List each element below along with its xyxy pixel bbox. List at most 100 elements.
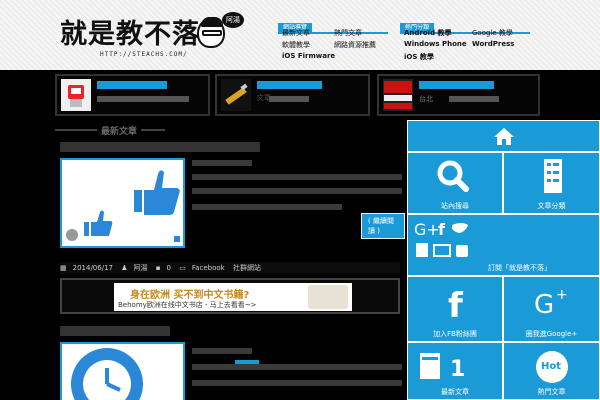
categories-tile[interactable]: 文章分類	[503, 152, 600, 214]
featured-title	[97, 81, 167, 89]
robot-icon	[68, 85, 84, 107]
section-header: 最新文章	[55, 124, 175, 137]
post-excerpt-line	[192, 348, 252, 354]
latest-posts-tile-label: 最新文章	[441, 388, 469, 396]
google-plus-icon: G +	[534, 287, 568, 320]
comment-icon: ▪	[155, 264, 161, 272]
nav-item-hot[interactable]: 熱門文章	[334, 28, 362, 38]
post-excerpt-line	[192, 204, 342, 210]
nav-item-google[interactable]: Google 教學	[472, 28, 513, 38]
svg-text:G: G	[534, 290, 554, 320]
featured-post[interactable]: 台北	[377, 74, 540, 116]
ad-headline: 身在欧洲 买不到中文书籍?	[130, 290, 250, 301]
mail-icon	[433, 244, 451, 257]
facebook-icon: f	[438, 220, 446, 239]
twitter-icon	[452, 223, 468, 233]
android-icon	[456, 245, 468, 257]
search-tile[interactable]: 站內搜尋	[407, 152, 503, 214]
facebook-tile-label: 加入FB粉絲團	[433, 330, 477, 338]
nav-categories: 熱門分類 Android 教學 Google 教學 Windows Phone …	[400, 14, 530, 64]
author-icon: ♟	[121, 264, 128, 272]
ad-banner[interactable]: 身在欧洲 买不到中文书籍? Behomy欧洲在线中文书店 - 马上去看看~>	[60, 278, 400, 314]
facebook-icon: f	[448, 286, 464, 326]
sidebar: 站內搜尋 文章分類 G+ f 訂閱「就是教不落」 f 加入FB粉絲團 G + 圈…	[407, 120, 600, 400]
latest-count: 1	[450, 357, 466, 382]
hot-posts-tile[interactable]: Hot 熱門文章	[503, 342, 600, 400]
nav-item-wordpress[interactable]: WordPress	[472, 40, 514, 48]
thumbs-up-icon	[66, 170, 180, 242]
nav-item-software[interactable]: 軟體教學	[282, 40, 310, 50]
logo-badge: 阿湯	[222, 12, 244, 28]
logo-url: HTTP://STEACHS.COM/	[100, 51, 188, 58]
featured-text: 台北	[419, 95, 433, 103]
featured-thumbnail	[383, 79, 413, 111]
featured-excerpt	[269, 96, 309, 102]
featured-thumbnail	[221, 79, 251, 111]
nav-item-windows-phone[interactable]: Windows Phone	[404, 40, 467, 48]
categories-tile-label: 文章分類	[537, 202, 566, 210]
post-tag[interactable]: 社群網站	[233, 264, 261, 272]
post-title[interactable]	[60, 326, 170, 336]
post-excerpt-line	[192, 380, 402, 386]
nav-site-guide: 網站導覽 最新文章 熱門文章 軟體教學 網路資源推薦 iOS Firmware	[278, 14, 388, 64]
nav-item-resources[interactable]: 網路資源推薦	[334, 40, 376, 50]
calendar-icon: ▦	[60, 264, 67, 272]
post-category[interactable]: Facebook	[192, 264, 225, 272]
site-logo[interactable]: 就是教不落 HTTP://STEACHS.COM/ 阿湯	[60, 8, 244, 63]
google-plus-tile-label: 圈我進Google+	[525, 330, 578, 338]
ad-subline: Behomy欧洲在线中文书店 - 马上去看看~>	[118, 301, 257, 309]
featured-excerpt	[449, 96, 499, 102]
ad-photo	[308, 285, 348, 309]
svg-text:+: +	[556, 287, 568, 303]
nav-item-ios-firmware[interactable]: iOS Firmware	[282, 52, 335, 60]
post-date: 2014/06/17	[72, 264, 113, 272]
google-plus-icon: G+	[414, 220, 440, 239]
facebook-tile[interactable]: f 加入FB粉絲團	[407, 276, 503, 342]
rss-icon	[416, 243, 428, 257]
social-icons: G+ f	[414, 220, 468, 257]
usb-icon	[225, 83, 248, 105]
home-icon	[494, 128, 514, 145]
post-excerpt-line	[192, 174, 402, 180]
featured-post[interactable]	[55, 74, 210, 116]
search-icon	[437, 160, 469, 192]
mascot-face-icon	[197, 17, 225, 48]
post-excerpt-line	[192, 160, 252, 166]
read-more-button[interactable]: ( 繼續閱讀 )	[361, 213, 405, 239]
nav-item-android[interactable]: Android 教學	[404, 28, 452, 38]
nav-item-ios[interactable]: iOS 教學	[404, 52, 434, 62]
promo-badge-icon	[384, 81, 412, 109]
clock-icon	[71, 348, 143, 400]
featured-title	[257, 81, 322, 89]
list-icon	[544, 159, 562, 193]
featured-title	[419, 81, 494, 89]
search-tile-label: 站內搜尋	[441, 202, 469, 210]
site-header: 就是教不落 HTTP://STEACHS.COM/ 阿湯 網站導覽 最新文章 熱…	[0, 0, 600, 70]
featured-post[interactable]: 文章	[215, 74, 370, 116]
post-excerpt-line	[192, 188, 402, 194]
hot-badge: Hot	[541, 361, 562, 372]
post-title[interactable]	[60, 142, 260, 152]
nav-item-latest[interactable]: 最新文章	[282, 28, 310, 38]
home-button[interactable]	[407, 120, 600, 152]
subscribe-tile-label: 訂閱「就是教不落」	[488, 264, 551, 272]
svg-text:f: f	[448, 286, 464, 326]
featured-posts: 文章 台北	[55, 74, 540, 116]
google-plus-tile[interactable]: G + 圈我進Google+	[503, 276, 600, 342]
featured-excerpt	[97, 96, 189, 102]
folder-icon: ▭	[179, 264, 186, 272]
section-label: 最新文章	[97, 124, 142, 137]
post-meta: ▦ 2014/06/17 ♟ 阿湯 ▪ 0 ▭ Facebook 社群網站	[60, 262, 400, 274]
logo-text: 就是教不落	[60, 19, 200, 50]
post-thumbnail[interactable]	[60, 342, 185, 400]
post-author[interactable]: 阿湯	[134, 264, 148, 272]
main-content: 最新文章 ( 繼續閱讀 ) ▦ 2014/06/17 ♟ 阿湯 ▪ 0 ▭ Facebo…	[55, 120, 405, 400]
page: 就是教不落 HTTP://STEACHS.COM/ 阿湯 網站導覽 最新文章 熱…	[0, 0, 600, 400]
featured-thumbnail	[61, 79, 91, 111]
subscribe-tile[interactable]: G+ f 訂閱「就是教不落」	[407, 214, 600, 276]
hot-posts-tile-label: 熱門文章	[537, 388, 566, 396]
post-comments[interactable]: 0	[166, 264, 170, 272]
latest-posts-tile[interactable]: 1 最新文章	[407, 342, 503, 400]
post-thumbnail[interactable]	[60, 158, 185, 248]
post-excerpt-line	[192, 364, 402, 370]
